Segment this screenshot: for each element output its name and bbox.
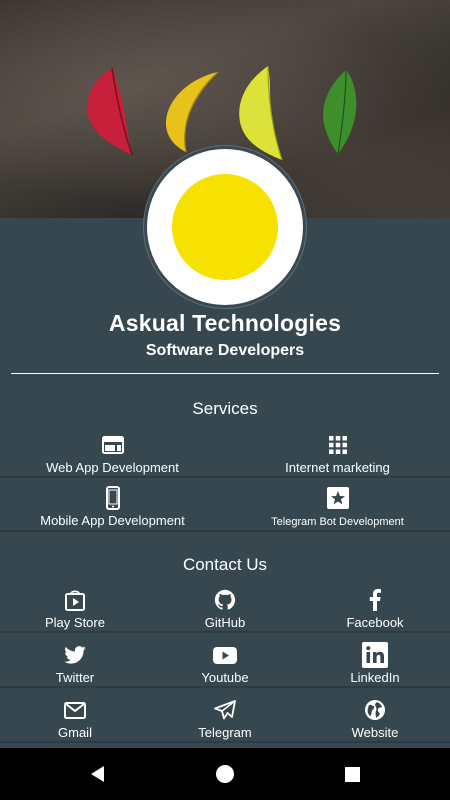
services-title: Services bbox=[192, 399, 258, 418]
system-nav-bar bbox=[0, 748, 450, 800]
contact-label: Telegram bbox=[198, 725, 252, 740]
back-triangle-icon bbox=[91, 766, 104, 782]
contact-github[interactable]: GitHub bbox=[150, 588, 300, 630]
contact-label: LinkedIn bbox=[350, 670, 400, 685]
home-circle-icon bbox=[216, 765, 234, 783]
service-label: Telegram Bot Development bbox=[271, 516, 404, 528]
youtube-icon bbox=[213, 643, 237, 667]
row-divider bbox=[0, 631, 450, 633]
contact-label: Facebook bbox=[346, 615, 404, 630]
smartphone-icon bbox=[105, 486, 120, 510]
recents-square-icon bbox=[344, 766, 360, 782]
logo-circle bbox=[172, 174, 278, 280]
gmail-icon bbox=[64, 698, 86, 722]
facebook-icon bbox=[369, 588, 381, 612]
contact-label: Website bbox=[351, 725, 399, 740]
service-label: Mobile App Development bbox=[40, 513, 185, 528]
company-logo bbox=[144, 146, 306, 308]
service-label: Web App Development bbox=[46, 460, 179, 475]
back-button[interactable] bbox=[86, 762, 110, 786]
contact-website[interactable]: Website bbox=[300, 698, 450, 740]
service-label: Internet marketing bbox=[285, 460, 390, 475]
apps-grid-icon bbox=[328, 433, 347, 457]
contact-label: Youtube bbox=[201, 670, 249, 685]
linkedin-icon bbox=[362, 642, 388, 668]
service-telegram-bot[interactable]: Telegram Bot Development bbox=[225, 486, 450, 528]
row-divider bbox=[0, 530, 450, 532]
contact-play-store[interactable]: Play Store bbox=[0, 588, 150, 630]
service-mobile-app[interactable]: Mobile App Development bbox=[0, 486, 225, 528]
contact-label: Twitter bbox=[55, 670, 95, 685]
recents-button[interactable] bbox=[340, 762, 364, 786]
contact-youtube[interactable]: Youtube bbox=[150, 643, 300, 685]
service-web-app[interactable]: Web App Development bbox=[0, 433, 225, 475]
contact-label: Play Store bbox=[45, 615, 105, 630]
contact-label: GitHub bbox=[204, 615, 246, 630]
divider bbox=[11, 373, 439, 374]
home-button[interactable] bbox=[213, 762, 237, 786]
company-tagline: Software Developers bbox=[145, 342, 305, 359]
twitter-icon bbox=[64, 643, 86, 667]
globe-icon bbox=[364, 698, 386, 722]
github-icon bbox=[214, 588, 236, 612]
contact-label: Gmail bbox=[58, 725, 92, 740]
service-internet-marketing[interactable]: Internet marketing bbox=[225, 433, 450, 475]
row-divider bbox=[0, 741, 450, 743]
contact-telegram[interactable]: Telegram bbox=[150, 698, 300, 740]
row-divider bbox=[0, 686, 450, 688]
contact-linkedin[interactable]: LinkedIn bbox=[300, 642, 450, 685]
row-divider bbox=[0, 476, 450, 478]
contact-twitter[interactable]: Twitter bbox=[0, 643, 150, 685]
contact-title: Contact Us bbox=[182, 555, 268, 574]
company-name: Askual Technologies bbox=[108, 310, 342, 336]
web-icon bbox=[101, 433, 124, 457]
telegram-icon bbox=[214, 698, 236, 722]
play-store-icon bbox=[65, 588, 85, 612]
star-box-icon bbox=[326, 486, 349, 510]
contact-gmail[interactable]: Gmail bbox=[0, 698, 150, 740]
contact-facebook[interactable]: Facebook bbox=[300, 588, 450, 630]
